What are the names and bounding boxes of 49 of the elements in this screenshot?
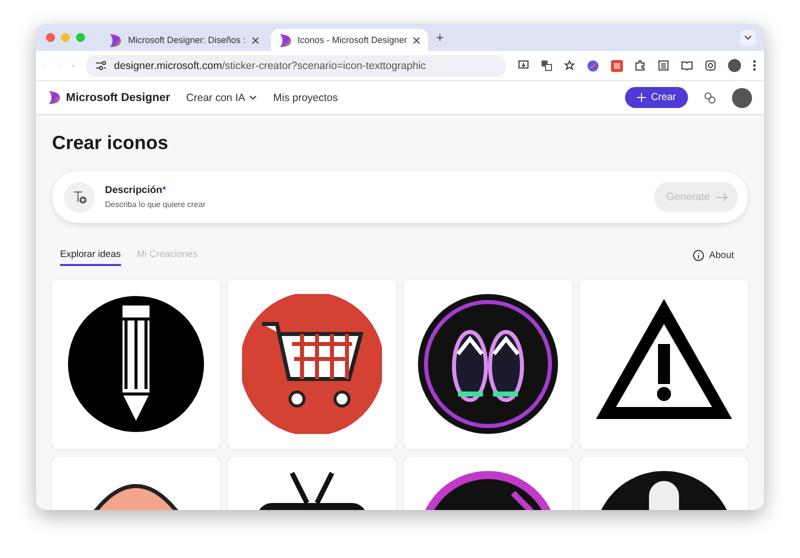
reading-list-icon[interactable] xyxy=(658,60,669,71)
icon-card[interactable] xyxy=(580,457,748,510)
star-icon[interactable] xyxy=(564,60,575,71)
browser-tab[interactable]: Microsoft Designer: Diseños : xyxy=(101,29,267,51)
about-button[interactable]: About xyxy=(687,249,740,262)
description-label: Descripción* xyxy=(105,185,168,196)
icon-card[interactable] xyxy=(52,457,220,510)
extension-icon[interactable] xyxy=(587,60,599,72)
icon-card[interactable] xyxy=(404,280,572,449)
browser-tab[interactable]: Iconos - Microsoft Designer xyxy=(270,29,428,51)
new-tab-button[interactable]: + xyxy=(436,30,444,45)
plus-icon xyxy=(636,93,646,102)
profile-avatar[interactable] xyxy=(732,88,752,108)
chevron-down-icon xyxy=(249,95,258,100)
arrow-right-icon xyxy=(716,192,728,202)
close-tab-icon[interactable] xyxy=(252,36,259,44)
profile-avatar[interactable] xyxy=(728,59,741,72)
logo-icon xyxy=(48,90,61,105)
nav-link[interactable]: Mis proyectos xyxy=(273,92,338,104)
content-tab[interactable]: Explorar ideas xyxy=(60,245,121,266)
brand-name[interactable]: Microsoft Designer xyxy=(66,92,170,104)
info-icon xyxy=(693,250,704,261)
icon-card[interactable] xyxy=(228,280,396,449)
menu-icon[interactable] xyxy=(753,60,756,71)
logo-icon xyxy=(109,32,122,48)
site-settings-icon[interactable] xyxy=(96,61,106,70)
close-window-icon[interactable] xyxy=(46,33,55,42)
install-icon[interactable] xyxy=(518,60,529,71)
icon-card[interactable] xyxy=(404,457,572,510)
translate-icon[interactable] xyxy=(541,60,552,71)
icon-card[interactable] xyxy=(580,280,748,449)
extension-icon[interactable] xyxy=(611,60,623,72)
share-icon[interactable] xyxy=(704,92,716,104)
book-icon[interactable] xyxy=(681,60,693,71)
icon-card[interactable] xyxy=(52,280,220,449)
tab-search-button[interactable] xyxy=(740,30,756,46)
description-field[interactable]: Describa lo que quiere crear xyxy=(105,200,644,209)
chevron-down-icon xyxy=(744,35,752,40)
text-icon xyxy=(64,182,95,212)
nav-link[interactable]: Crear con IA xyxy=(186,92,258,104)
page-title: Crear iconos xyxy=(52,133,170,155)
logo-icon xyxy=(278,32,292,48)
screenshot-icon[interactable] xyxy=(705,60,716,71)
icon-card[interactable] xyxy=(228,457,396,510)
create-button[interactable]: Crear xyxy=(624,87,688,108)
url-text: designer.microsoft.com/sticker-creator?scenario=icon-texttographic xyxy=(114,60,426,72)
puzzle-icon[interactable] xyxy=(635,60,646,71)
address-bar[interactable]: designer.microsoft.com/sticker-creator?scenario=icon-texttographic xyxy=(86,54,506,76)
close-tab-icon[interactable] xyxy=(413,36,420,44)
